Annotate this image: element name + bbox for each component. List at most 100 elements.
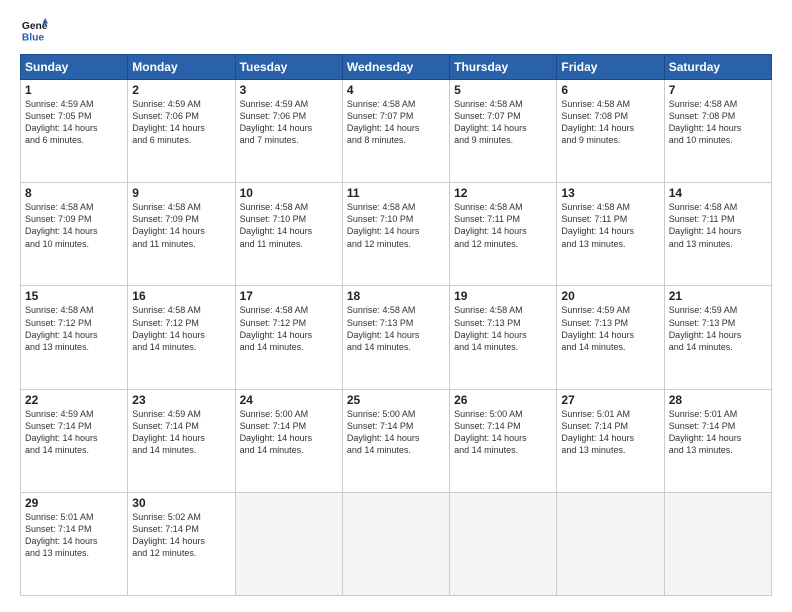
table-row: 10Sunrise: 4:58 AM Sunset: 7:10 PM Dayli… [235, 183, 342, 286]
day-info: Sunrise: 5:01 AM Sunset: 7:14 PM Dayligh… [25, 511, 123, 560]
day-info: Sunrise: 4:58 AM Sunset: 7:12 PM Dayligh… [132, 304, 230, 353]
logo: General Blue [20, 16, 52, 44]
header: General Blue [20, 16, 772, 44]
day-number: 28 [669, 393, 767, 407]
day-number: 22 [25, 393, 123, 407]
day-info: Sunrise: 4:59 AM Sunset: 7:13 PM Dayligh… [561, 304, 659, 353]
table-row: 6Sunrise: 4:58 AM Sunset: 7:08 PM Daylig… [557, 80, 664, 183]
day-number: 8 [25, 186, 123, 200]
day-number: 19 [454, 289, 552, 303]
table-row: 2Sunrise: 4:59 AM Sunset: 7:06 PM Daylig… [128, 80, 235, 183]
col-sunday: Sunday [21, 55, 128, 80]
table-row: 18Sunrise: 4:58 AM Sunset: 7:13 PM Dayli… [342, 286, 449, 389]
day-number: 14 [669, 186, 767, 200]
day-number: 29 [25, 496, 123, 510]
day-number: 16 [132, 289, 230, 303]
table-row: 28Sunrise: 5:01 AM Sunset: 7:14 PM Dayli… [664, 389, 771, 492]
table-row [664, 492, 771, 595]
day-number: 24 [240, 393, 338, 407]
day-number: 25 [347, 393, 445, 407]
day-number: 4 [347, 83, 445, 97]
day-number: 15 [25, 289, 123, 303]
table-row: 14Sunrise: 4:58 AM Sunset: 7:11 PM Dayli… [664, 183, 771, 286]
col-monday: Monday [128, 55, 235, 80]
table-row: 13Sunrise: 4:58 AM Sunset: 7:11 PM Dayli… [557, 183, 664, 286]
day-number: 12 [454, 186, 552, 200]
table-row: 1Sunrise: 4:59 AM Sunset: 7:05 PM Daylig… [21, 80, 128, 183]
table-row: 5Sunrise: 4:58 AM Sunset: 7:07 PM Daylig… [450, 80, 557, 183]
table-row: 22Sunrise: 4:59 AM Sunset: 7:14 PM Dayli… [21, 389, 128, 492]
day-info: Sunrise: 4:58 AM Sunset: 7:11 PM Dayligh… [561, 201, 659, 250]
day-info: Sunrise: 4:58 AM Sunset: 7:10 PM Dayligh… [347, 201, 445, 250]
day-number: 5 [454, 83, 552, 97]
day-info: Sunrise: 4:58 AM Sunset: 7:08 PM Dayligh… [561, 98, 659, 147]
col-saturday: Saturday [664, 55, 771, 80]
day-info: Sunrise: 5:01 AM Sunset: 7:14 PM Dayligh… [669, 408, 767, 457]
day-info: Sunrise: 4:58 AM Sunset: 7:07 PM Dayligh… [454, 98, 552, 147]
day-info: Sunrise: 4:58 AM Sunset: 7:12 PM Dayligh… [25, 304, 123, 353]
day-info: Sunrise: 5:00 AM Sunset: 7:14 PM Dayligh… [240, 408, 338, 457]
logo-icon: General Blue [20, 16, 48, 44]
calendar-header-row: Sunday Monday Tuesday Wednesday Thursday… [21, 55, 772, 80]
table-row: 24Sunrise: 5:00 AM Sunset: 7:14 PM Dayli… [235, 389, 342, 492]
day-info: Sunrise: 4:58 AM Sunset: 7:07 PM Dayligh… [347, 98, 445, 147]
day-number: 3 [240, 83, 338, 97]
day-info: Sunrise: 4:59 AM Sunset: 7:13 PM Dayligh… [669, 304, 767, 353]
table-row: 23Sunrise: 4:59 AM Sunset: 7:14 PM Dayli… [128, 389, 235, 492]
table-row: 21Sunrise: 4:59 AM Sunset: 7:13 PM Dayli… [664, 286, 771, 389]
day-number: 7 [669, 83, 767, 97]
day-info: Sunrise: 4:58 AM Sunset: 7:11 PM Dayligh… [454, 201, 552, 250]
table-row: 3Sunrise: 4:59 AM Sunset: 7:06 PM Daylig… [235, 80, 342, 183]
day-number: 27 [561, 393, 659, 407]
day-number: 9 [132, 186, 230, 200]
day-info: Sunrise: 5:00 AM Sunset: 7:14 PM Dayligh… [454, 408, 552, 457]
day-number: 18 [347, 289, 445, 303]
table-row: 25Sunrise: 5:00 AM Sunset: 7:14 PM Dayli… [342, 389, 449, 492]
col-thursday: Thursday [450, 55, 557, 80]
table-row: 16Sunrise: 4:58 AM Sunset: 7:12 PM Dayli… [128, 286, 235, 389]
table-row: 20Sunrise: 4:59 AM Sunset: 7:13 PM Dayli… [557, 286, 664, 389]
day-number: 17 [240, 289, 338, 303]
svg-text:Blue: Blue [22, 32, 45, 43]
table-row: 7Sunrise: 4:58 AM Sunset: 7:08 PM Daylig… [664, 80, 771, 183]
day-info: Sunrise: 4:58 AM Sunset: 7:09 PM Dayligh… [132, 201, 230, 250]
day-number: 20 [561, 289, 659, 303]
table-row [450, 492, 557, 595]
table-row: 9Sunrise: 4:58 AM Sunset: 7:09 PM Daylig… [128, 183, 235, 286]
col-tuesday: Tuesday [235, 55, 342, 80]
day-info: Sunrise: 4:58 AM Sunset: 7:13 PM Dayligh… [454, 304, 552, 353]
day-number: 13 [561, 186, 659, 200]
day-info: Sunrise: 4:58 AM Sunset: 7:08 PM Dayligh… [669, 98, 767, 147]
table-row: 8Sunrise: 4:58 AM Sunset: 7:09 PM Daylig… [21, 183, 128, 286]
table-row: 29Sunrise: 5:01 AM Sunset: 7:14 PM Dayli… [21, 492, 128, 595]
day-number: 11 [347, 186, 445, 200]
table-row: 4Sunrise: 4:58 AM Sunset: 7:07 PM Daylig… [342, 80, 449, 183]
day-info: Sunrise: 5:01 AM Sunset: 7:14 PM Dayligh… [561, 408, 659, 457]
calendar-table: Sunday Monday Tuesday Wednesday Thursday… [20, 54, 772, 596]
table-row [342, 492, 449, 595]
day-number: 26 [454, 393, 552, 407]
table-row: 11Sunrise: 4:58 AM Sunset: 7:10 PM Dayli… [342, 183, 449, 286]
page: General Blue Sunday Monday Tuesday Wedne… [0, 0, 792, 612]
table-row: 26Sunrise: 5:00 AM Sunset: 7:14 PM Dayli… [450, 389, 557, 492]
col-wednesday: Wednesday [342, 55, 449, 80]
col-friday: Friday [557, 55, 664, 80]
day-number: 2 [132, 83, 230, 97]
day-number: 6 [561, 83, 659, 97]
day-info: Sunrise: 4:59 AM Sunset: 7:06 PM Dayligh… [132, 98, 230, 147]
table-row: 27Sunrise: 5:01 AM Sunset: 7:14 PM Dayli… [557, 389, 664, 492]
day-number: 30 [132, 496, 230, 510]
table-row [235, 492, 342, 595]
day-info: Sunrise: 4:58 AM Sunset: 7:10 PM Dayligh… [240, 201, 338, 250]
day-info: Sunrise: 5:00 AM Sunset: 7:14 PM Dayligh… [347, 408, 445, 457]
table-row [557, 492, 664, 595]
day-info: Sunrise: 4:59 AM Sunset: 7:05 PM Dayligh… [25, 98, 123, 147]
day-info: Sunrise: 4:58 AM Sunset: 7:11 PM Dayligh… [669, 201, 767, 250]
day-info: Sunrise: 4:58 AM Sunset: 7:12 PM Dayligh… [240, 304, 338, 353]
day-info: Sunrise: 4:59 AM Sunset: 7:06 PM Dayligh… [240, 98, 338, 147]
day-number: 10 [240, 186, 338, 200]
table-row: 15Sunrise: 4:58 AM Sunset: 7:12 PM Dayli… [21, 286, 128, 389]
day-info: Sunrise: 4:59 AM Sunset: 7:14 PM Dayligh… [25, 408, 123, 457]
table-row: 17Sunrise: 4:58 AM Sunset: 7:12 PM Dayli… [235, 286, 342, 389]
day-info: Sunrise: 4:58 AM Sunset: 7:09 PM Dayligh… [25, 201, 123, 250]
